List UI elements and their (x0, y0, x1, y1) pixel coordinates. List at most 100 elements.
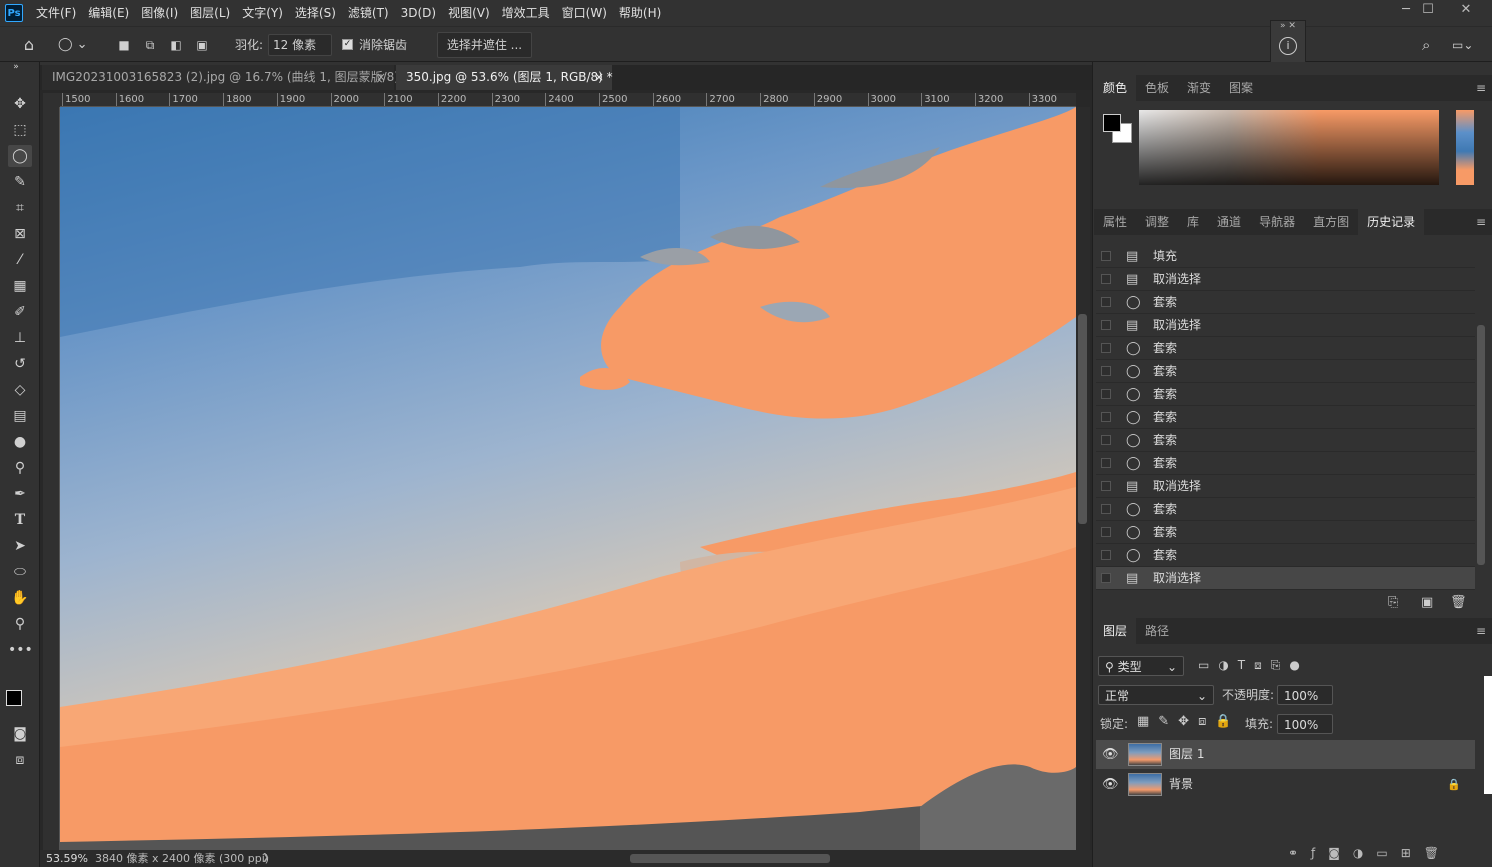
history-item[interactable]: ◯ 套索 (1096, 498, 1475, 521)
history-snapshot-checkbox[interactable] (1101, 573, 1111, 583)
menu-edit[interactable]: 编辑(E) (82, 0, 135, 26)
history-snapshot-checkbox[interactable] (1101, 481, 1111, 491)
history-scroll-thumb[interactable] (1477, 325, 1485, 565)
more-tools-icon[interactable]: ••• (8, 639, 33, 661)
workspace-icon[interactable]: ▭⌄ (1452, 33, 1476, 57)
vertical-scrollbar[interactable] (1076, 107, 1090, 850)
panel-menu-icon[interactable]: ≡ (1476, 81, 1486, 95)
history-item[interactable]: ▤ 取消选择 (1096, 314, 1475, 337)
history-snapshot-checkbox[interactable] (1101, 320, 1111, 330)
blur-tool-icon[interactable]: ● (8, 431, 32, 453)
menu-filter[interactable]: 滤镜(T) (342, 0, 395, 26)
layer-row-layer1[interactable]: 👁 图层 1 (1096, 740, 1475, 769)
history-item[interactable]: ▤ 取消选择 (1096, 268, 1475, 291)
layer-name[interactable]: 图层 1 (1169, 740, 1204, 769)
layer-filter-dropdown[interactable]: ⚲ 类型 ⌄ (1098, 656, 1184, 676)
menu-window[interactable]: 窗口(W) (556, 0, 613, 26)
hue-slider[interactable] (1456, 110, 1474, 185)
status-arrow-icon[interactable]: ❯ (262, 850, 270, 867)
tab-350jpg[interactable]: 350.jpg @ 53.6% (图层 1, RGB/8) * × (396, 65, 613, 90)
intersect-selection-icon[interactable]: ▣ (192, 33, 212, 57)
menu-layer[interactable]: 图层(L) (184, 0, 236, 26)
history-snapshot-checkbox[interactable] (1101, 527, 1111, 537)
healing-tool-icon[interactable]: ▦ (8, 275, 32, 297)
history-snapshot-checkbox[interactable] (1101, 251, 1111, 261)
history-item[interactable]: ◯ 套索 (1096, 291, 1475, 314)
history-snapshot-checkbox[interactable] (1101, 343, 1111, 353)
select-and-mask-button[interactable]: 选择并遮住 ... (437, 32, 532, 58)
gradient-tool-icon[interactable]: ▤ (8, 405, 32, 427)
menu-image[interactable]: 图像(I) (135, 0, 184, 26)
fill-input[interactable]: 100%⌄ (1277, 714, 1333, 752)
new-selection-icon[interactable]: ■ (114, 33, 134, 57)
menu-3d[interactable]: 3D(D) (395, 0, 442, 26)
tab-patterns[interactable]: 图案 (1220, 75, 1262, 101)
history-item[interactable]: ▤ 取消选择 (1096, 567, 1475, 590)
close-button[interactable]: ✕ (1450, 0, 1482, 22)
history-brush-tool-icon[interactable]: ↺ (8, 353, 32, 375)
history-snapshot-checkbox[interactable] (1101, 458, 1111, 468)
stamp-tool-icon[interactable]: ⊥ (8, 327, 32, 349)
tab-navigator[interactable]: 导航器 (1250, 209, 1304, 235)
tab-img20231003[interactable]: IMG20231003165823 (2).jpg @ 16.7% (曲线 1,… (42, 65, 409, 90)
history-item[interactable]: ◯ 套索 (1096, 429, 1475, 452)
history-item[interactable]: ◯ 套索 (1096, 544, 1475, 567)
subtract-selection-icon[interactable]: ◧ (166, 33, 186, 57)
history-snapshot-checkbox[interactable] (1101, 412, 1111, 422)
menu-plugins[interactable]: 增效工具 (496, 0, 556, 26)
maximize-button[interactable]: ☐ (1412, 0, 1444, 22)
lock-icons[interactable]: ▦✎✥⧈🔒 (1137, 714, 1241, 729)
eye-icon[interactable]: 👁 (1102, 770, 1119, 799)
menu-file[interactable]: 文件(F) (30, 0, 82, 26)
quick-mask-icon[interactable]: ◙ (8, 723, 32, 745)
canvas-image[interactable] (60, 107, 1076, 850)
tab-adjustments[interactable]: 调整 (1136, 209, 1178, 235)
hand-tool-icon[interactable]: ✋ (8, 587, 32, 609)
tab-histogram[interactable]: 直方图 (1304, 209, 1358, 235)
brush-tool-icon[interactable]: ✐ (8, 301, 32, 323)
panel-menu-icon[interactable]: ≡ (1476, 624, 1486, 638)
search-icon[interactable]: ⌕ (1422, 33, 1442, 57)
screen-mode-icon[interactable]: ⧈ (8, 749, 32, 771)
history-snapshot-checkbox[interactable] (1101, 366, 1111, 376)
history-item[interactable]: ◯ 套索 (1096, 452, 1475, 475)
history-snapshot-checkbox[interactable] (1101, 504, 1111, 514)
history-snapshot-checkbox[interactable] (1101, 274, 1111, 284)
move-tool-icon[interactable]: ✥ (8, 93, 32, 115)
tab-channels[interactable]: 通道 (1208, 209, 1250, 235)
crop-tool-icon[interactable]: ⌗ (8, 197, 32, 219)
layer-row-background[interactable]: 👁 背景 🔒 (1096, 770, 1475, 799)
tab-properties[interactable]: 属性 (1094, 209, 1136, 235)
tab-layers[interactable]: 图层 (1094, 618, 1137, 644)
lasso-tool-icon[interactable]: ◯ (8, 145, 32, 167)
opacity-input[interactable]: 100%⌄ (1277, 685, 1333, 723)
home-icon[interactable]: ⌂ (18, 33, 40, 57)
eyedropper-tool-icon[interactable]: ⁄ (8, 249, 32, 271)
tab-close-icon[interactable]: × (376, 65, 386, 90)
tab-libraries[interactable]: 库 (1178, 209, 1208, 235)
tab-history[interactable]: 历史记录 (1358, 209, 1425, 235)
layer-name[interactable]: 背景 (1169, 770, 1193, 799)
color-fg-swatch[interactable] (1103, 114, 1121, 132)
history-item[interactable]: ▤ 填充 (1096, 245, 1475, 268)
frame-tool-icon[interactable]: ⊠ (8, 223, 32, 245)
blend-mode-dropdown[interactable]: 正常 ⌄ (1098, 685, 1214, 705)
info-icon[interactable]: i (1279, 37, 1297, 55)
history-item[interactable]: ◯ 套索 (1096, 337, 1475, 360)
tab-color[interactable]: 颜色 (1094, 75, 1137, 101)
feather-input[interactable]: 12 像素 (268, 34, 332, 56)
history-snapshot-checkbox[interactable] (1101, 297, 1111, 307)
dodge-tool-icon[interactable]: ⚲ (8, 457, 32, 479)
color-field[interactable] (1139, 110, 1439, 185)
pen-tool-icon[interactable]: ✒ (8, 483, 32, 505)
layer-footer-icons[interactable]: ⚭ƒ◙◑▭⊞🗑 (1288, 846, 1452, 860)
ellipse-tool-icon[interactable]: ⬭ (8, 561, 32, 583)
add-selection-icon[interactable]: ⧉ (140, 33, 160, 57)
layer-filter-icons[interactable]: ▭◑T⧈⎘● (1198, 658, 1309, 673)
camera-snapshot-icon[interactable]: ▣ (1421, 595, 1433, 610)
tab-close-icon[interactable]: × (594, 65, 604, 90)
eye-icon[interactable]: 👁 (1102, 740, 1119, 769)
marquee-tool-icon[interactable]: ⬚ (8, 119, 32, 141)
lasso-preset-icon[interactable]: ◯ ⌄ (58, 33, 98, 57)
eraser-tool-icon[interactable]: ◇ (8, 379, 32, 401)
